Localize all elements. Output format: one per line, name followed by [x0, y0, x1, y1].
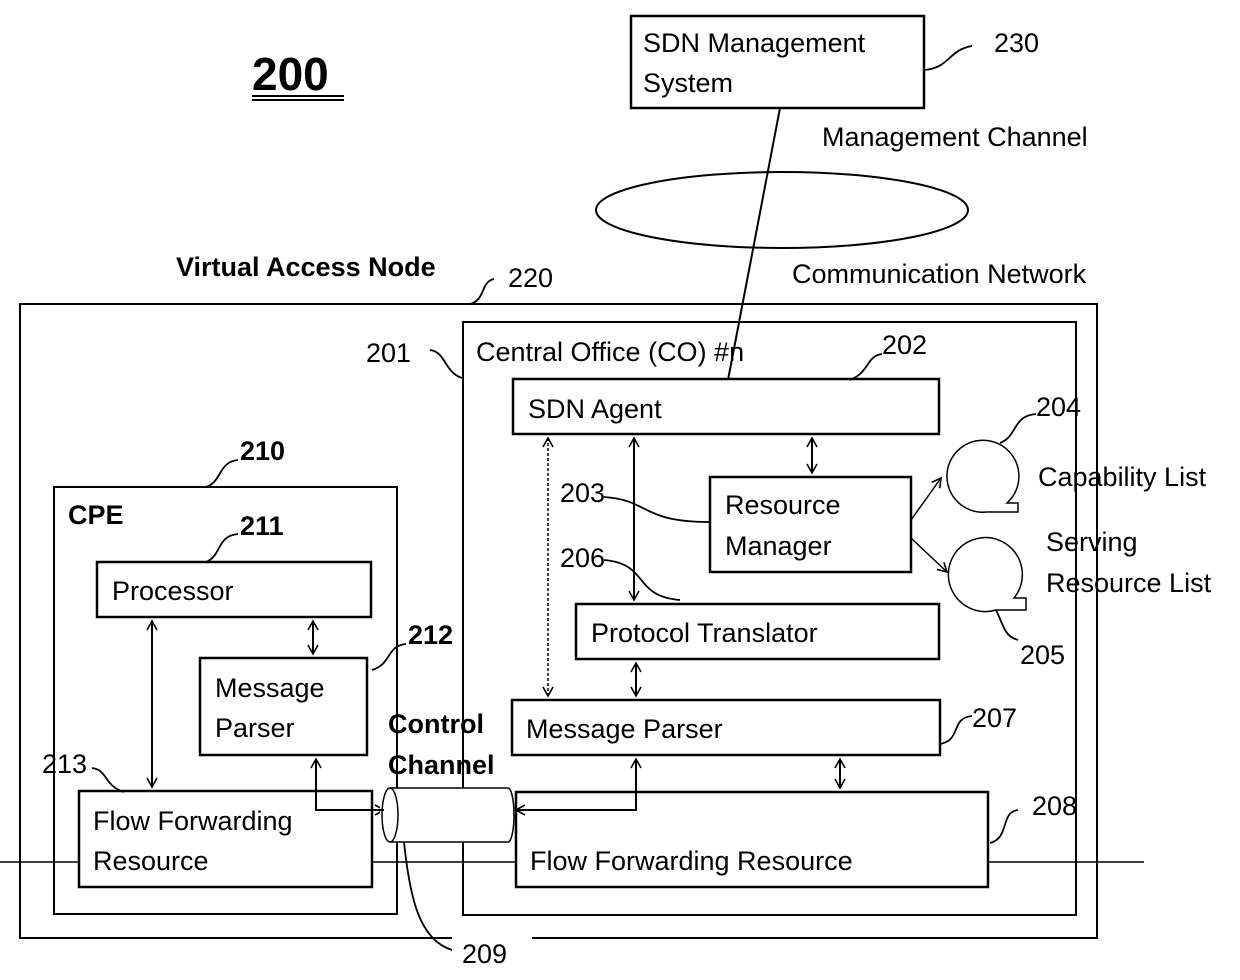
serving-resource-list-store [947, 536, 1027, 613]
ref-201: 201 [366, 338, 411, 368]
ref-220: 220 [508, 263, 553, 293]
serving-resource-list-label-1: Serving [1046, 527, 1138, 557]
resource-manager-label-2: Manager [725, 531, 832, 561]
figure-number: 200 [252, 48, 329, 100]
ref-leader-209 [403, 841, 453, 951]
central-office-label: Central Office (CO) #n [476, 337, 744, 367]
ref-leader-205 [995, 609, 1019, 641]
capability-list-store [946, 439, 1020, 513]
capability-list-label: Capability List [1038, 462, 1207, 492]
ref-leader-213 [91, 767, 125, 793]
sdn-management-system: SDN Management System [629, 14, 926, 110]
network-diagram: 200 SDN Management System 230 Management… [0, 14, 1212, 969]
ref-207: 207 [972, 703, 1017, 733]
co-message-parser-label: Message Parser [526, 714, 723, 744]
management-channel-label: Management Channel [822, 122, 1088, 152]
arrow-resource-manager-capability-list [910, 476, 942, 521]
ref-leader-207 [939, 715, 973, 745]
ref-211: 211 [240, 511, 284, 541]
ref-205: 205 [1020, 640, 1065, 670]
communication-network-label: Communication Network [792, 259, 1087, 289]
sdn-agent-label: SDN Agent [528, 394, 662, 424]
arrow-resource-manager-serving-list [910, 537, 949, 574]
ref-206: 206 [560, 543, 605, 573]
control-channel-label-1: Control [388, 709, 484, 739]
ref-212: 212 [408, 620, 453, 650]
communication-network-ellipse [595, 171, 969, 249]
cpe-message-parser-label-2: Parser [215, 713, 295, 743]
sdn-management-label-1: SDN Management [643, 28, 866, 58]
ref-leader-201 [429, 349, 463, 379]
ref-208: 208 [1032, 791, 1077, 821]
protocol-translator-label: Protocol Translator [591, 618, 818, 648]
ref-leader-230 [923, 45, 973, 71]
ref-230: 230 [994, 28, 1039, 58]
sdn-management-label-2: System [643, 68, 733, 98]
ref-leader-210 [205, 459, 239, 488]
cpe-message-parser-label-1: Message [215, 673, 325, 703]
virtual-access-node-label: Virtual Access Node [176, 252, 436, 282]
cpe-label: CPE [68, 500, 124, 530]
ref-203: 203 [560, 478, 605, 508]
ref-209: 209 [462, 939, 507, 969]
ref-204: 204 [1036, 392, 1081, 422]
ref-leader-220 [469, 278, 495, 305]
ref-leader-206 [603, 559, 681, 601]
resource-manager-label-1: Resource [725, 490, 841, 520]
ref-leader-203 [603, 496, 711, 523]
co-flow-forwarding-resource-label: Flow Forwarding Resource [530, 846, 853, 876]
ref-leader-204 [999, 413, 1037, 444]
ref-leader-208 [989, 809, 1019, 844]
ref-210: 210 [240, 436, 285, 466]
control-channel-label-2: Channel [388, 750, 495, 780]
ref-213: 213 [42, 749, 87, 779]
cpe-flow-forwarding-label-2: Resource [93, 846, 209, 876]
ref-leader-211 [205, 533, 239, 563]
ref-202: 202 [882, 330, 927, 360]
serving-resource-list-label-2: Resource List [1046, 568, 1212, 598]
cpe-flow-forwarding-label-1: Flow Forwarding [93, 806, 293, 836]
ref-leader-202 [849, 353, 883, 381]
ref-leader-212 [371, 643, 407, 671]
processor-label: Processor [112, 576, 234, 606]
